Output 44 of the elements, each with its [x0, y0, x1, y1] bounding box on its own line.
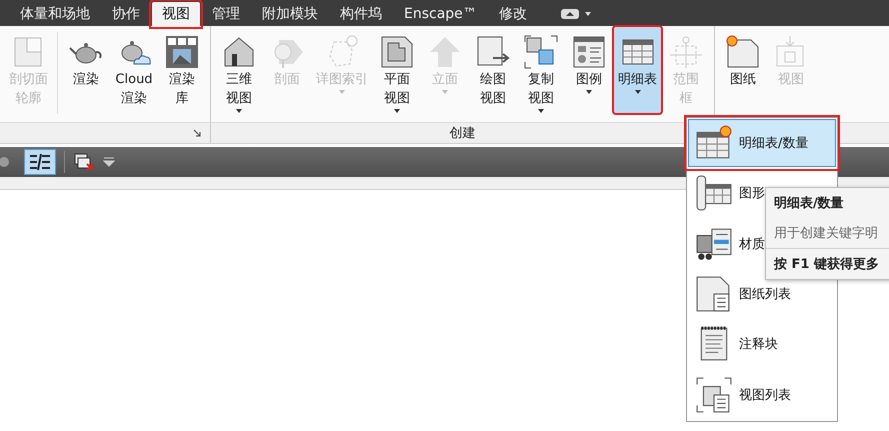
caret-icon [441, 89, 449, 95]
ribbon-button[interactable]: 绘图 视图 [469, 26, 517, 114]
caret-icon [537, 108, 545, 114]
ribbon-button[interactable]: 图纸 [719, 26, 767, 114]
caret-icon [634, 89, 642, 95]
menu-item[interactable]: 注释块 [688, 320, 836, 369]
ribbon-tab[interactable]: Enscape™ [394, 2, 487, 26]
legend-icon [571, 34, 607, 70]
column-schedule-icon [695, 174, 733, 212]
toolbar-button[interactable] [24, 149, 56, 175]
scope-box-icon [668, 34, 704, 70]
dialog-launcher-icon[interactable] [193, 129, 202, 138]
close-windows-icon[interactable] [73, 152, 95, 172]
panel-title: 创建 [450, 125, 476, 142]
tooltip-title: 明细表/数量 [773, 195, 845, 213]
ribbon-button[interactable]: Cloud 渲染 [110, 26, 158, 114]
caret-icon [235, 108, 243, 114]
ribbon-tab[interactable]: 协作 [102, 2, 150, 26]
ribbon-tab[interactable]: 修改 [488, 2, 537, 26]
ribbon-tab[interactable]: 构件坞 [330, 2, 392, 26]
ribbon-tab[interactable]: 视图 [152, 2, 200, 26]
ribbon-dropdown-button[interactable]: 复制 视图 [517, 26, 565, 114]
caret-icon[interactable] [103, 157, 115, 167]
ribbon-tab[interactable]: 体量和场地 [10, 2, 100, 26]
tooltip-description: 用于创建关键字明 [766, 218, 889, 249]
ribbon-dropdown-button[interactable]: 三维 视图 [215, 26, 263, 114]
ribbon-button[interactable]: 渲染 [62, 26, 110, 114]
ribbon-dropdown-button[interactable]: 明细表 [613, 26, 662, 114]
gallery-icon [164, 34, 200, 70]
new-sheet-icon [725, 34, 761, 70]
panel-toggle-icon[interactable] [558, 6, 593, 22]
caret-icon [585, 89, 593, 95]
menu-item[interactable]: 视图列表 [688, 370, 836, 419]
ribbon-dropdown-button[interactable]: 平面 视图 [373, 26, 421, 114]
ribbon-tab[interactable]: 附加模块 [252, 2, 328, 26]
ribbon-tab[interactable]: 管理 [202, 2, 250, 26]
duplicate-view-icon [523, 34, 559, 70]
ribbon-button[interactable]: 渲染 库 [158, 26, 206, 114]
thin-lines-icon [28, 153, 52, 171]
caret-icon [393, 108, 401, 114]
caret-icon [338, 89, 346, 95]
ribbon-dropdown-button[interactable]: 图例 [565, 26, 613, 114]
view-list-icon [695, 376, 733, 414]
floor-plan-icon [379, 34, 415, 70]
